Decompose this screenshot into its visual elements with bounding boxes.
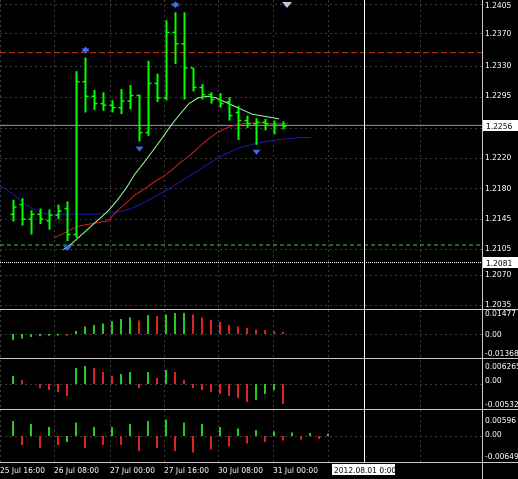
price-label: 1.2145 [485,214,511,223]
indicator-2-zero-label: 0.00 [485,376,502,385]
indicator-2-bottom-label: -0.00532 [485,400,518,409]
indicator-1-bottom-label: -0.01368 [485,349,518,358]
current-price-label: 1.2256 [486,122,512,131]
time-label: 25 Jul 16:00 [0,466,45,475]
indicator-3-top-label: 0.00596 [485,416,516,425]
chart-background [0,0,518,479]
crosshair-time-label: 2012.08.01 0:00 [334,466,396,475]
price-label: 1.2330 [485,61,511,70]
price-label: 1.2405 [485,1,511,10]
price-label: 1.2180 [485,184,511,193]
price-label: 1.2295 [485,91,511,100]
time-label: 31 Jul 00:00 [273,466,318,475]
time-label: 26 Jul 08:00 [54,466,99,475]
current-price-marker: 1.2256 [483,120,518,131]
time-label: 27 Jul 00:00 [110,466,155,475]
indicator-1-zero-label: 0.00 [485,330,502,339]
price-label: 1.2220 [485,153,511,162]
indicator-3-zero-label: 0.00 [485,430,502,439]
crosshair-price-label: 1.2081 [486,259,512,268]
time-label: 27 Jul 16:00 [164,466,209,475]
trading-chart[interactable]: 1.2405 1.2370 1.2330 1.2295 1.2220 1.218… [0,0,518,479]
crosshair-price-marker: 1.2081 [483,257,518,268]
price-label: 1.2370 [485,29,511,38]
indicator-1-top-label: 0.01477 [485,309,516,318]
time-label: 30 Jul 08:00 [218,466,263,475]
price-label: 1.2070 [485,270,511,279]
price-label: 1.2035 [485,300,511,309]
indicator-2-top-label: 0.006265 [485,362,518,371]
crosshair-time-marker: 2012.08.01 0:00 [332,464,396,475]
indicator-3-bottom-label: -0.00649 [485,452,518,461]
price-label: 1.2105 [485,244,511,253]
